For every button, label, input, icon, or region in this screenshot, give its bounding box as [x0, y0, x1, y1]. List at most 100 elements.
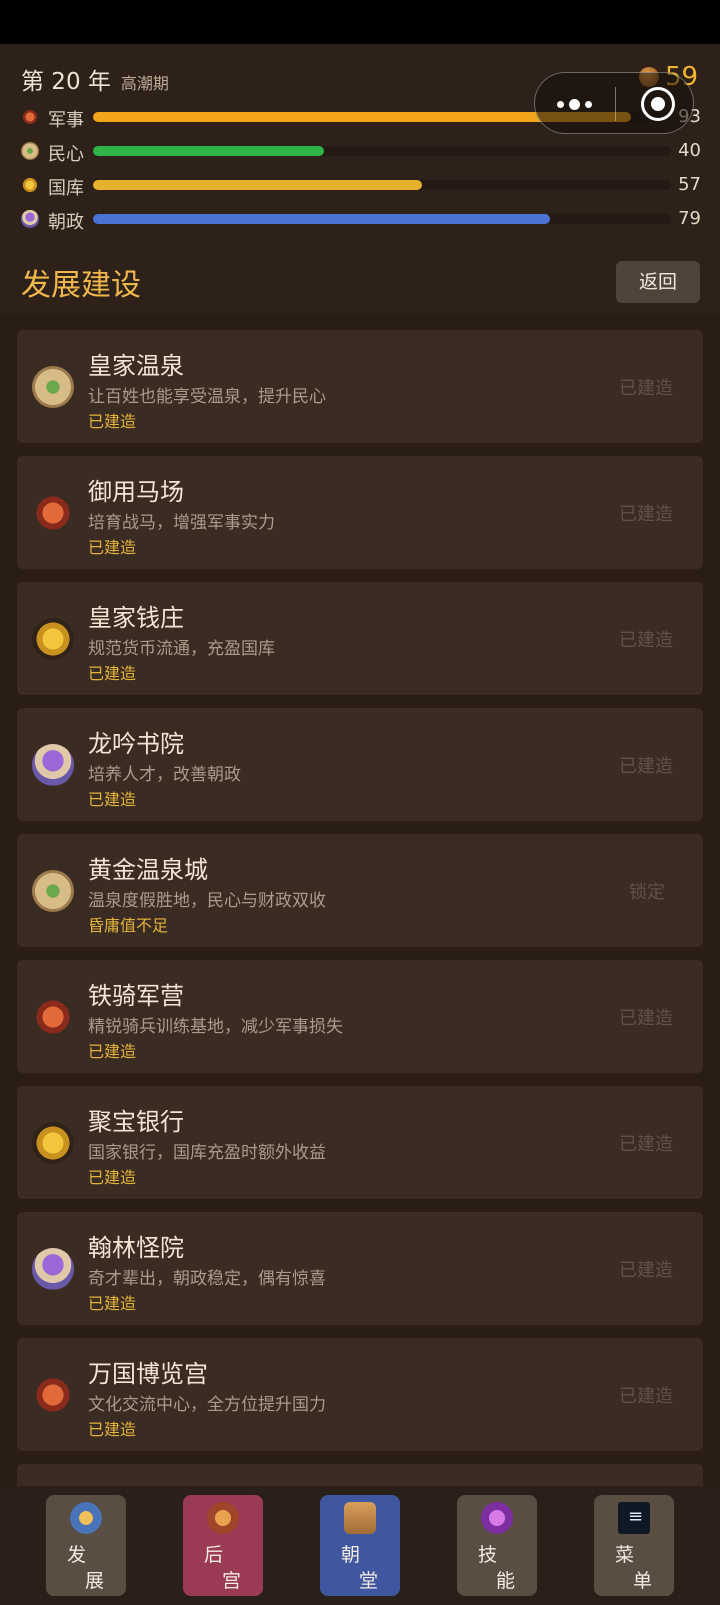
build-action-button[interactable]: 已建造 — [619, 752, 673, 778]
building-status: 已建造 — [88, 1168, 137, 1187]
building-name: 皇家温泉 — [88, 352, 184, 380]
people-icon — [32, 870, 74, 912]
building-desc: 规范货币流通，充盈国库 — [88, 639, 275, 659]
build-action-button[interactable]: 已建造 — [619, 374, 673, 400]
treasury-icon — [32, 618, 74, 660]
stat-bar — [93, 214, 671, 224]
stat-value: 57 — [678, 174, 701, 195]
building-card[interactable]: 聚宝银行 国家银行，国库充盈时额外收益 已建造 已建造 — [17, 1086, 703, 1199]
military-icon — [21, 108, 39, 126]
nav-label: 后 — [204, 1544, 224, 1566]
harem-icon — [207, 1502, 239, 1534]
building-card[interactable]: 黄金温泉城 温泉度假胜地，民心与财政双收 昏庸值不足 锁定 — [17, 834, 703, 947]
stat-people: 民心 40 — [21, 140, 701, 165]
build-action-button[interactable]: 已建造 — [619, 1382, 673, 1408]
nav-label: 能 — [496, 1570, 516, 1592]
military-icon — [32, 996, 74, 1038]
building-desc: 国家银行，国库充盈时额外收益 — [88, 1143, 326, 1163]
build-action-button[interactable]: 已建造 — [619, 1130, 673, 1156]
military-icon — [32, 1374, 74, 1416]
building-card[interactable]: 皇家钱庄 规范货币流通，充盈国库 已建造 已建造 — [17, 582, 703, 695]
close-miniprogram-icon[interactable] — [641, 87, 675, 121]
nav-label: 朝 — [341, 1544, 361, 1566]
building-status: 已建造 — [88, 790, 137, 809]
menu-icon — [618, 1502, 650, 1534]
building-card[interactable]: 御用马场 培育战马，增强军事实力 已建造 已建造 — [17, 456, 703, 569]
building-card[interactable]: 万国博览宫 文化交流中心，全方位提升国力 已建造 已建造 — [17, 1338, 703, 1451]
building-desc: 培育战马，增强军事实力 — [88, 513, 275, 533]
phase-label: 高潮期 — [120, 74, 169, 93]
back-button[interactable]: 返回 — [616, 261, 700, 303]
stat-label: 朝政 — [48, 212, 84, 233]
building-desc: 奇才辈出，朝政稳定，偶有惊喜 — [88, 1269, 326, 1289]
building-desc: 培养人才，改善朝政 — [88, 765, 241, 785]
nav-label: 菜 — [615, 1544, 635, 1566]
building-status: 昏庸值不足 — [88, 916, 169, 935]
build-action-button[interactable]: 已建造 — [619, 626, 673, 652]
building-status: 已建造 — [88, 412, 137, 431]
stat-label: 军事 — [48, 110, 84, 131]
nav-label: 单 — [633, 1570, 653, 1592]
people-icon — [32, 366, 74, 408]
stat-label: 国库 — [48, 178, 84, 199]
nav-label: 发 — [67, 1544, 87, 1566]
stat-value: 79 — [678, 208, 701, 229]
court-icon — [21, 210, 39, 228]
stat-court: 朝政 79 — [21, 208, 701, 233]
nav-label: 展 — [85, 1570, 105, 1592]
building-desc: 让百姓也能享受温泉，提升民心 — [88, 387, 326, 407]
nav-develop-button[interactable]: 发 展 — [46, 1495, 126, 1596]
court-hall-icon — [344, 1502, 376, 1534]
building-list[interactable]: 皇家温泉 让百姓也能享受温泉，提升民心 已建造 已建造 御用马场 培育战马，增强… — [17, 330, 703, 1486]
building-card-partial[interactable] — [17, 1464, 703, 1486]
nav-court-button[interactable]: 朝 堂 — [320, 1495, 400, 1596]
stat-label: 民心 — [48, 144, 84, 165]
building-status: 已建造 — [88, 1420, 137, 1439]
building-name: 御用马场 — [88, 478, 184, 506]
court-icon — [32, 744, 74, 786]
building-desc: 文化交流中心，全方位提升国力 — [88, 1395, 326, 1415]
building-desc: 温泉度假胜地，民心与财政双收 — [88, 891, 326, 911]
stat-treasury: 国库 57 — [21, 174, 701, 199]
building-name: 聚宝银行 — [88, 1108, 184, 1136]
bottom-nav: 发 展 后 宫 朝 堂 技 能 菜 单 — [0, 1486, 720, 1605]
build-action-button[interactable]: 已建造 — [619, 1004, 673, 1030]
stat-bar-fill — [93, 146, 325, 156]
nav-label: 宫 — [222, 1570, 242, 1592]
building-name: 万国博览宫 — [88, 1360, 208, 1388]
nav-harem-button[interactable]: 后 宫 — [183, 1495, 263, 1596]
building-status: 已建造 — [88, 664, 137, 683]
develop-icon — [70, 1502, 102, 1534]
building-card[interactable]: 铁骑军营 精锐骑兵训练基地，减少军事损失 已建造 已建造 — [17, 960, 703, 1073]
building-card[interactable]: 皇家温泉 让百姓也能享受温泉，提升民心 已建造 已建造 — [17, 330, 703, 443]
treasury-icon — [21, 176, 39, 194]
build-action-button[interactable]: 已建造 — [619, 1256, 673, 1282]
building-card[interactable]: 翰林怪院 奇才辈出，朝政稳定，偶有惊喜 已建造 已建造 — [17, 1212, 703, 1325]
building-desc: 精锐骑兵训练基地，减少军事损失 — [88, 1017, 343, 1037]
building-name: 皇家钱庄 — [88, 604, 184, 632]
status-bar — [0, 0, 720, 44]
skill-icon — [481, 1502, 513, 1534]
court-icon — [32, 1248, 74, 1290]
nav-menu-button[interactable]: 菜 单 — [594, 1495, 674, 1596]
miniprogram-capsule — [534, 72, 694, 134]
year-label: 第 20 年 — [21, 69, 111, 95]
stat-value: 40 — [678, 140, 701, 161]
nav-skill-button[interactable]: 技 能 — [457, 1495, 537, 1596]
building-name: 黄金温泉城 — [88, 856, 208, 884]
building-status: 已建造 — [88, 1294, 137, 1313]
locked-label[interactable]: 锁定 — [629, 878, 665, 904]
building-status: 已建造 — [88, 538, 137, 557]
stat-bar — [93, 146, 671, 156]
capsule-divider — [615, 87, 616, 121]
stat-bar — [93, 180, 671, 190]
nav-label: 堂 — [359, 1570, 379, 1592]
section-title: 发展建设 — [21, 268, 141, 303]
build-action-button[interactable]: 已建造 — [619, 500, 673, 526]
building-card[interactable]: 龙吟书院 培养人才，改善朝政 已建造 已建造 — [17, 708, 703, 821]
more-options-icon[interactable] — [557, 95, 607, 113]
building-status: 已建造 — [88, 1042, 137, 1061]
people-icon — [21, 142, 39, 160]
building-name: 龙吟书院 — [88, 730, 184, 758]
building-name: 铁骑军营 — [88, 982, 184, 1010]
